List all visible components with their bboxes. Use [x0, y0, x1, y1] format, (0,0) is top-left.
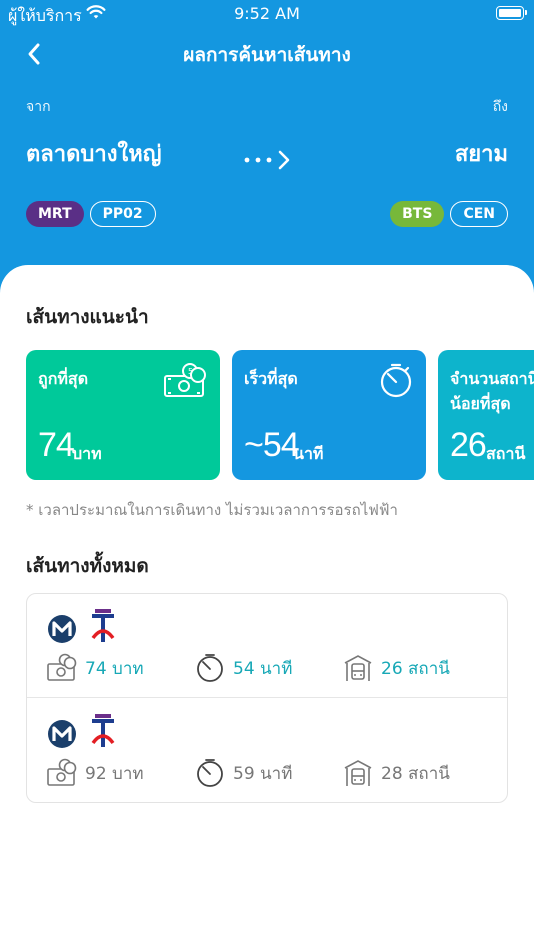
card-title-line2: น้อยที่สุด — [450, 394, 511, 413]
train-station-icon — [344, 760, 372, 786]
money-icon — [47, 758, 77, 786]
origin-badges: MRT PP02 — [26, 201, 156, 227]
mrt-logo-icon — [48, 720, 76, 748]
money-icon: 5 — [164, 363, 206, 397]
destination-badges: BTS CEN — [390, 201, 508, 227]
battery-icon — [496, 6, 527, 20]
travel-time-note: * เวลาประมาณในการเดินทาง ไม่รวมเวลาการรอ… — [26, 501, 398, 519]
stopwatch-icon — [380, 363, 412, 398]
bts-logo-icon — [91, 714, 115, 747]
fewest-stations-route-card[interactable]: จำนวนสถานี น้อยที่สุด 26 สถานี — [438, 350, 534, 480]
fastest-route-card[interactable]: เร็วที่สุด ~54 นาที — [232, 350, 426, 480]
route-stations-text: 28 สถานี — [381, 763, 450, 784]
status-bar: ผู้ให้บริการ 9:52 AM — [0, 0, 534, 28]
route-price-text: 74 บาท — [85, 658, 144, 679]
card-value: 74 — [38, 426, 75, 464]
stopwatch-icon — [197, 759, 223, 787]
card-title: ถูกที่สุด — [38, 369, 89, 388]
route-stations: 26 สถานี — [343, 652, 450, 684]
page-title: ผลการค้นหาเส้นทาง — [183, 44, 351, 66]
card-title: เร็วที่สุด — [244, 369, 298, 388]
clock: 9:52 AM — [234, 4, 300, 23]
route-duration: 54 นาที — [195, 652, 292, 684]
card-unit: บาท — [72, 444, 102, 463]
route-duration: 59 นาที — [195, 757, 292, 789]
route-price: 74 บาท — [47, 652, 144, 684]
origin-line-badge: MRT — [26, 201, 84, 227]
origin-code-badge: PP02 — [89, 201, 156, 227]
origin-station: ตลาดบางใหญ่ — [26, 142, 162, 167]
bts-logo-icon — [91, 609, 115, 642]
route-price-text: 92 บาท — [85, 763, 144, 784]
card-unit: สถานี — [486, 444, 526, 463]
destination-code-badge: CEN — [450, 201, 508, 227]
route-option[interactable]: 74 บาท 54 นาที 26 สถานี — [27, 594, 507, 698]
route-list: 74 บาท 54 นาที 26 สถานี 92 บาท 59 นาที 2… — [26, 593, 508, 803]
money-icon — [47, 653, 77, 681]
route-stations-text: 26 สถานี — [381, 658, 450, 679]
route-stations: 28 สถานี — [343, 757, 450, 789]
stopwatch-icon — [197, 654, 223, 682]
card-title: จำนวนสถานี — [450, 369, 534, 388]
to-label: ถึง — [492, 99, 508, 115]
svg-text:5: 5 — [188, 367, 193, 376]
route-duration-text: 59 นาที — [233, 763, 293, 784]
route-option[interactable]: 92 บาท 59 นาที 28 สถานี — [27, 699, 507, 803]
train-station-icon — [344, 655, 372, 681]
all-routes-heading: เส้นทางทั้งหมด — [26, 555, 149, 577]
route-arrow-icon — [244, 150, 290, 170]
route-duration-text: 54 นาที — [233, 658, 293, 679]
route-price: 92 บาท — [47, 757, 144, 789]
card-unit: นาที — [293, 444, 324, 463]
card-value: ~54 — [244, 426, 300, 464]
cheapest-route-card[interactable]: ถูกที่สุด 5 74 บาท — [26, 350, 220, 480]
from-label: จาก — [26, 99, 51, 115]
header: ผู้ให้บริการ 9:52 AM ผลการค้นหาเส้นทาง จ… — [0, 0, 534, 300]
recommended-heading: เส้นทางแนะนำ — [26, 306, 149, 328]
destination-line-badge: BTS — [390, 201, 445, 227]
destination-station: สยาม — [454, 142, 508, 167]
card-value: 26 — [450, 426, 487, 464]
mrt-logo-icon — [48, 615, 76, 643]
